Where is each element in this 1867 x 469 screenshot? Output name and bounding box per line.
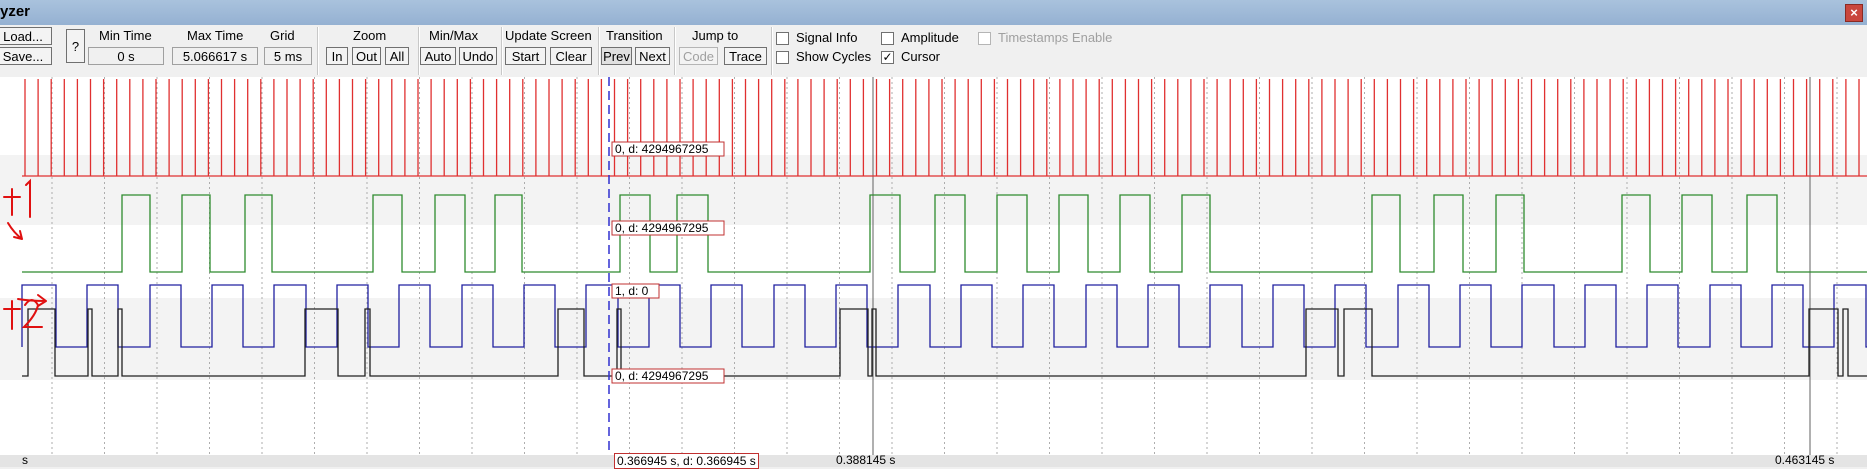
jump-code-button[interactable]: Code <box>679 47 718 65</box>
close-icon[interactable]: × <box>1845 4 1863 22</box>
zoom-out-button[interactable]: Out <box>352 47 381 65</box>
show-cycles-label: Show Cycles <box>796 49 872 64</box>
signal-1-cursor-info: 0, d: 4294967295 <box>611 220 725 236</box>
waveform-plot[interactable]: 0, d: 4294967295 0, d: 4294967295 1, d: … <box>0 77 1867 455</box>
svg-text:1, d: 0: 1, d: 0 <box>615 284 649 298</box>
svg-text:0, d: 4294967295: 0, d: 4294967295 <box>615 221 709 235</box>
amplitude-checkbox[interactable] <box>881 32 894 45</box>
update-start-button[interactable]: Start <box>505 47 546 65</box>
update-screen-label: Update Screen <box>505 28 592 43</box>
signal-3-cursor-info: 0, d: 4294967295 <box>611 368 725 384</box>
separator <box>501 27 503 75</box>
max-time-label: Max Time <box>187 28 244 43</box>
help-button[interactable]: ? <box>66 29 85 63</box>
toolbar: Load... Save... ? Min Time 0 s Max Time … <box>0 25 1867 77</box>
timestamps-checkbox[interactable] <box>978 32 991 45</box>
separator <box>674 27 676 75</box>
separator <box>598 27 600 75</box>
jump-to-label: Jump to <box>692 28 739 43</box>
jump-trace-button[interactable]: Trace <box>724 47 767 65</box>
min-time-value: 0 s <box>88 47 164 65</box>
cursor-label: Cursor <box>901 49 941 64</box>
load-button[interactable]: Load... <box>0 27 52 45</box>
zoom-label: Zoom <box>353 28 387 43</box>
transition-label: Transition <box>606 28 663 43</box>
signal-2-cursor-info: 1, d: 0 <box>611 283 660 299</box>
svg-text:0, d: 4294967295: 0, d: 4294967295 <box>615 142 709 156</box>
grid-value: 5 ms <box>264 47 312 65</box>
show-cycles-checkbox[interactable] <box>776 51 789 64</box>
timestamps-label: Timestamps Enable <box>998 30 1113 45</box>
window-title: yzer <box>0 3 31 20</box>
max-time-value: 5.066617 s <box>172 47 258 65</box>
separator <box>317 27 319 75</box>
transition-prev-button[interactable]: Prev <box>601 47 632 65</box>
signal-info-label: Signal Info <box>796 30 858 45</box>
time-axis: s 0.366945 s, d: 0.366945 s 0.388145 s 0… <box>0 453 1867 469</box>
save-button[interactable]: Save... <box>0 47 52 65</box>
zoom-all-button[interactable]: All <box>385 47 409 65</box>
separator <box>771 27 773 75</box>
plot-background <box>0 77 1867 455</box>
black-band <box>0 298 1867 380</box>
amplitude-label: Amplitude <box>901 30 959 45</box>
green-band <box>0 155 1867 225</box>
grid-label: Grid <box>270 28 295 43</box>
cursor-checkbox[interactable]: ✓ <box>881 51 894 64</box>
title-bar: yzer × <box>0 0 1867 26</box>
time-axis-unit: s <box>22 453 28 467</box>
minmax-auto-button[interactable]: Auto <box>420 47 456 65</box>
zoom-in-button[interactable]: In <box>326 47 348 65</box>
time-mid-label: 0.388145 s <box>836 453 896 467</box>
time-right-label: 0.463145 s <box>1775 453 1835 467</box>
min-time-label: Min Time <box>99 28 152 43</box>
minmax-label: Min/Max <box>429 28 479 43</box>
signal-0-cursor-info: 0, d: 4294967295 <box>611 141 725 157</box>
update-clear-button[interactable]: Clear <box>550 47 592 65</box>
svg-text:0, d: 4294967295: 0, d: 4294967295 <box>615 369 709 383</box>
transition-next-button[interactable]: Next <box>635 47 670 65</box>
signal-info-checkbox[interactable] <box>776 32 789 45</box>
minmax-undo-button[interactable]: Undo <box>459 47 497 65</box>
